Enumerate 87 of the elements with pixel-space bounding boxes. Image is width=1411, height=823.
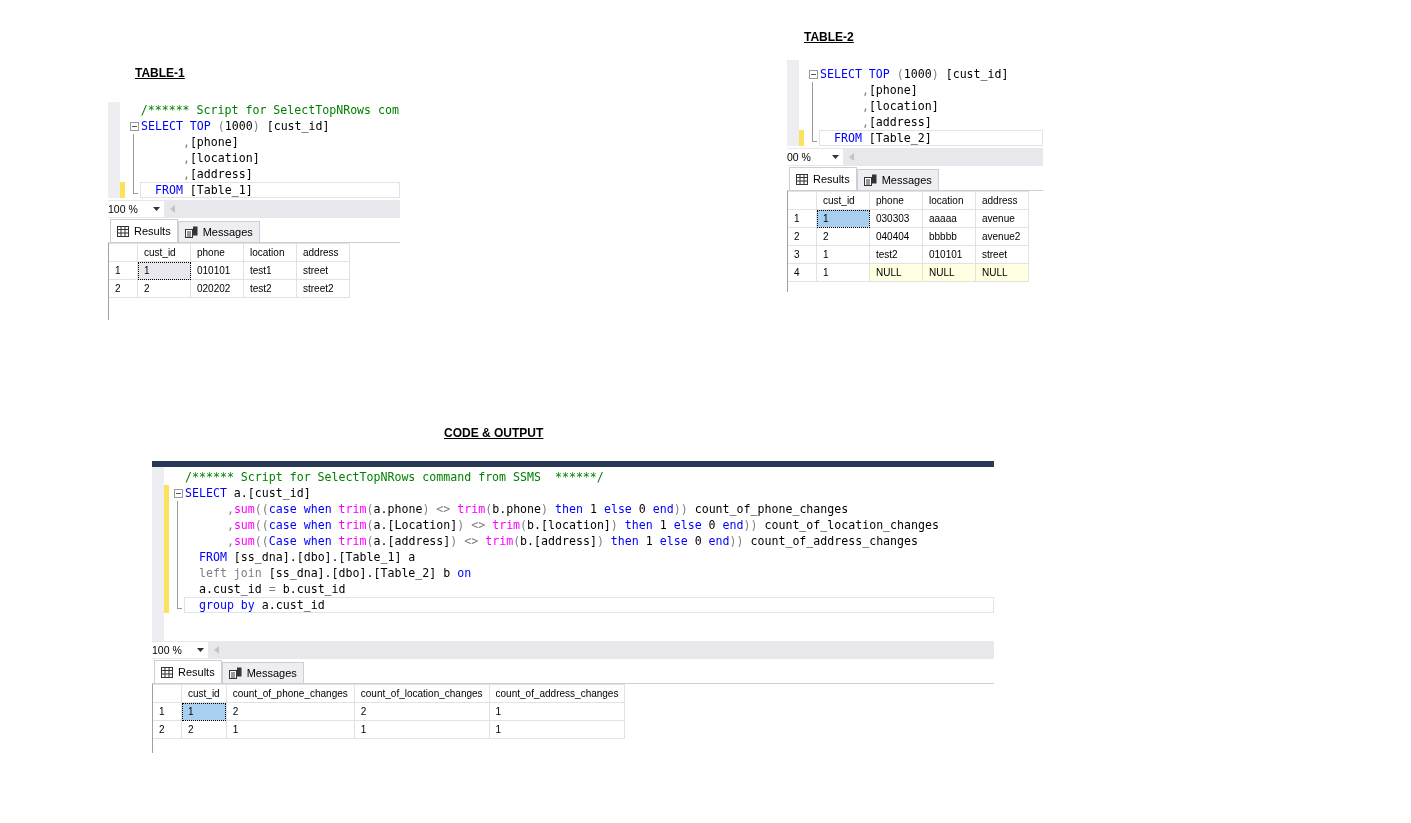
table-cell: 040404	[869, 227, 923, 246]
column-header[interactable]: location	[922, 191, 976, 210]
code-line: SELECT TOP (1000) [cust_id]	[819, 66, 1010, 82]
section-heading: TABLE-1	[135, 66, 185, 80]
table-cell: 030303	[869, 209, 923, 228]
grid-icon	[796, 173, 808, 185]
table-cell: 020202	[190, 279, 244, 298]
table-cell: 1	[226, 720, 355, 739]
zoom-dropdown[interactable]: 100 %	[108, 201, 164, 217]
caret-icon	[197, 648, 204, 652]
code-line: ,sum((Case when trim(a.[address]) <> trim(b.[address]) then 1 else 0 end)) count_of_address_changes	[225, 533, 920, 549]
table-cell: 2	[816, 227, 870, 246]
row-number: 1	[153, 702, 182, 721]
results-tab[interactable]: Messages	[221, 662, 304, 683]
row-number: 1	[788, 209, 817, 228]
table-cell: 010101	[190, 261, 244, 280]
table-cell: 2	[354, 702, 490, 721]
code-line: a.cust_id = b.cust_id	[197, 581, 347, 597]
row-number: 1	[109, 261, 138, 280]
code-line: FROM [ss_dna].[dbo].[Table_1] a	[197, 549, 417, 565]
table-cell: test1	[243, 261, 297, 280]
table-cell: street2	[296, 279, 350, 298]
code-line: SELECT a.[cust_id]	[184, 485, 312, 501]
code-line: ,[phone]	[860, 82, 919, 98]
collapse-icon[interactable]	[173, 488, 183, 498]
code-line: /****** Script for SelectTopNRows com	[139, 102, 400, 118]
column-header[interactable]: count_of_address_changes	[489, 684, 625, 703]
code-line: ,[location]	[860, 98, 940, 114]
table-cell: 1	[489, 702, 625, 721]
table-cell: street	[296, 261, 350, 280]
table-cell: avenue	[975, 209, 1029, 228]
grid-icon	[161, 666, 173, 678]
document-icon	[184, 226, 198, 238]
row-number: 2	[153, 720, 182, 739]
grid-icon	[117, 225, 129, 237]
column-header[interactable]: location	[243, 243, 297, 262]
collapse-icon[interactable]	[808, 69, 818, 79]
code-line: ,sum((case when trim(a.[Location]) <> trim(b.[location]) then 1 else 0 end)) count_of_location_changes	[225, 517, 940, 533]
code-line: left join [ss_dna].[dbo].[Table_2] b on	[197, 565, 473, 581]
column-header[interactable]: address	[975, 191, 1029, 210]
results-tab[interactable]: Results	[789, 167, 857, 190]
row-number: 4	[788, 263, 817, 282]
results-tab[interactable]: Messages	[177, 221, 260, 242]
table-cell: 2	[137, 279, 191, 298]
code-line: ,[location]	[181, 150, 261, 166]
results-tab[interactable]: Results	[154, 660, 222, 683]
section-heading: TABLE-2	[804, 30, 854, 44]
column-header[interactable]: cust_id	[137, 243, 191, 262]
table-cell: avenue2	[975, 227, 1029, 246]
caret-icon	[832, 155, 839, 159]
column-header[interactable]: cust_id	[181, 684, 227, 703]
row-number: 2	[109, 279, 138, 298]
table-cell: bbbbb	[922, 227, 976, 246]
table-cell: street	[975, 245, 1029, 264]
zoom-dropdown[interactable]: 00 %	[787, 149, 843, 165]
row-number: 2	[788, 227, 817, 246]
column-header[interactable]: count_of_phone_changes	[226, 684, 355, 703]
results-tab[interactable]: Messages	[856, 169, 939, 190]
collapse-icon[interactable]	[129, 121, 139, 131]
zoom-dropdown[interactable]: 100 %	[152, 642, 208, 658]
code-line: SELECT TOP (1000) [cust_id]	[140, 118, 331, 134]
column-header[interactable]: address	[296, 243, 350, 262]
section-heading: CODE & OUTPUT	[444, 426, 544, 440]
table-cell: 2	[181, 720, 227, 739]
table-cell: 1	[816, 245, 870, 264]
column-header[interactable]: phone	[869, 191, 923, 210]
table-cell: test2	[243, 279, 297, 298]
table-cell: 1	[816, 263, 870, 282]
code-line: /****** Script for SelectTopNRows command from SSMS ******/	[184, 469, 605, 485]
code-line: ,sum((case when trim(a.phone) <> trim(b.phone) then 1 else 0 end)) count_of_phone_changes	[225, 501, 850, 517]
document-icon	[228, 667, 242, 679]
table-cell: 1	[354, 720, 490, 739]
caret-icon	[153, 207, 160, 211]
results-tab[interactable]: Results	[110, 219, 178, 242]
code-line: ,[phone]	[181, 134, 240, 150]
column-header[interactable]: count_of_location_changes	[354, 684, 490, 703]
column-header[interactable]: cust_id	[816, 191, 870, 210]
table-cell: 2	[226, 702, 355, 721]
document-icon	[863, 174, 877, 186]
table-cell: test2	[869, 245, 923, 264]
table-cell: aaaaa	[922, 209, 976, 228]
row-number: 3	[788, 245, 817, 264]
table-cell: 1	[489, 720, 625, 739]
code-line: ,[address]	[181, 166, 254, 182]
column-header[interactable]: phone	[190, 243, 244, 262]
table-cell: 010101	[922, 245, 976, 264]
code-line: ,[address]	[860, 114, 933, 130]
